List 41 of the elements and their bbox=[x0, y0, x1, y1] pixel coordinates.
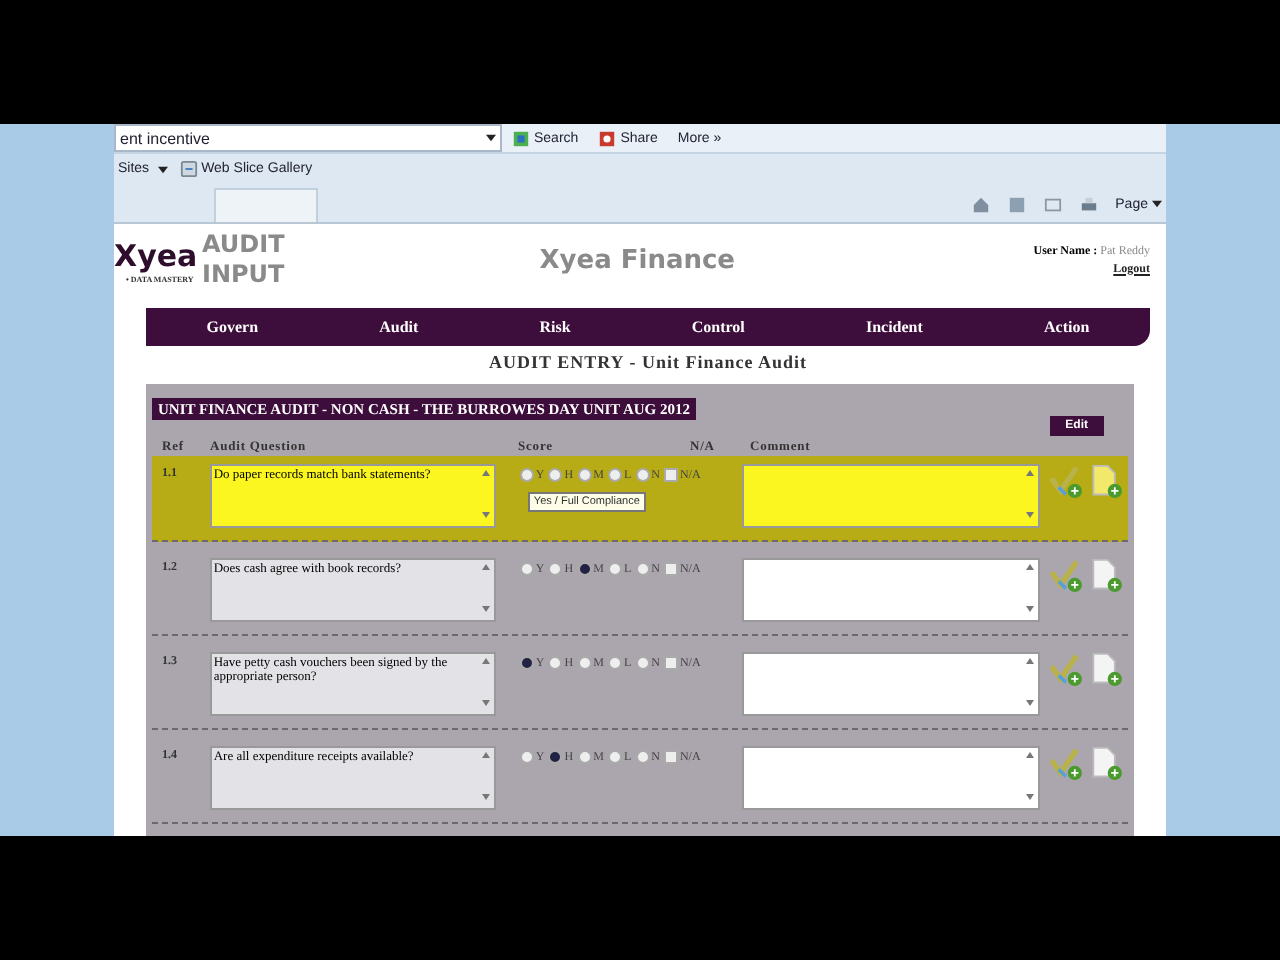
company-title: Xyea Finance bbox=[537, 245, 738, 276]
scroll-arrows-icon bbox=[1024, 750, 1037, 802]
comment-field[interactable] bbox=[742, 558, 1041, 622]
caret-icon bbox=[486, 134, 496, 142]
scroll-arrows-icon bbox=[1024, 562, 1037, 614]
nav-item[interactable]: Control bbox=[691, 318, 745, 337]
web-slice-icon bbox=[179, 160, 198, 179]
address-field[interactable]: ent incentive bbox=[114, 124, 502, 152]
nav-item[interactable]: Incident bbox=[865, 318, 923, 337]
nav-item[interactable]: Risk bbox=[539, 318, 571, 337]
logo-text: Xyea bbox=[114, 237, 200, 274]
comment-field[interactable] bbox=[742, 652, 1041, 716]
nav-item[interactable]: Audit bbox=[379, 318, 419, 337]
check-add-icon[interactable] bbox=[1048, 746, 1085, 782]
page-title: AUDIT ENTRY - Unit Finance Audit bbox=[487, 350, 809, 376]
scroll-arrows-icon bbox=[479, 656, 492, 708]
comment-field[interactable] bbox=[742, 464, 1041, 528]
home-icon[interactable] bbox=[971, 195, 990, 213]
scroll-arrows-icon bbox=[479, 468, 492, 520]
scroll-arrows-icon bbox=[1024, 656, 1037, 708]
nav-item[interactable]: Govern bbox=[206, 318, 259, 337]
document-add-icon[interactable] bbox=[1088, 652, 1124, 688]
check-add-icon[interactable] bbox=[1048, 558, 1085, 594]
caret-icon bbox=[1152, 200, 1162, 208]
nav-item[interactable]: Action bbox=[1043, 318, 1090, 337]
search-icon bbox=[512, 129, 530, 147]
document-add-icon[interactable] bbox=[1088, 464, 1124, 500]
print-icon[interactable] bbox=[1079, 195, 1098, 213]
share-icon bbox=[598, 129, 617, 147]
caret-icon bbox=[157, 165, 168, 174]
comment-field[interactable] bbox=[742, 746, 1041, 810]
check-add-icon[interactable] bbox=[1048, 652, 1085, 688]
scroll-arrows-icon bbox=[479, 750, 492, 802]
browser-tab[interactable] bbox=[214, 188, 318, 222]
scroll-arrows-icon bbox=[1024, 468, 1037, 520]
app-title: INPUT bbox=[202, 260, 285, 291]
check-add-icon[interactable] bbox=[1048, 464, 1085, 500]
scroll-arrows-icon bbox=[479, 562, 492, 614]
app-title: AUDIT bbox=[202, 230, 285, 261]
document-add-icon[interactable] bbox=[1088, 746, 1124, 782]
document-add-icon[interactable] bbox=[1088, 558, 1124, 594]
